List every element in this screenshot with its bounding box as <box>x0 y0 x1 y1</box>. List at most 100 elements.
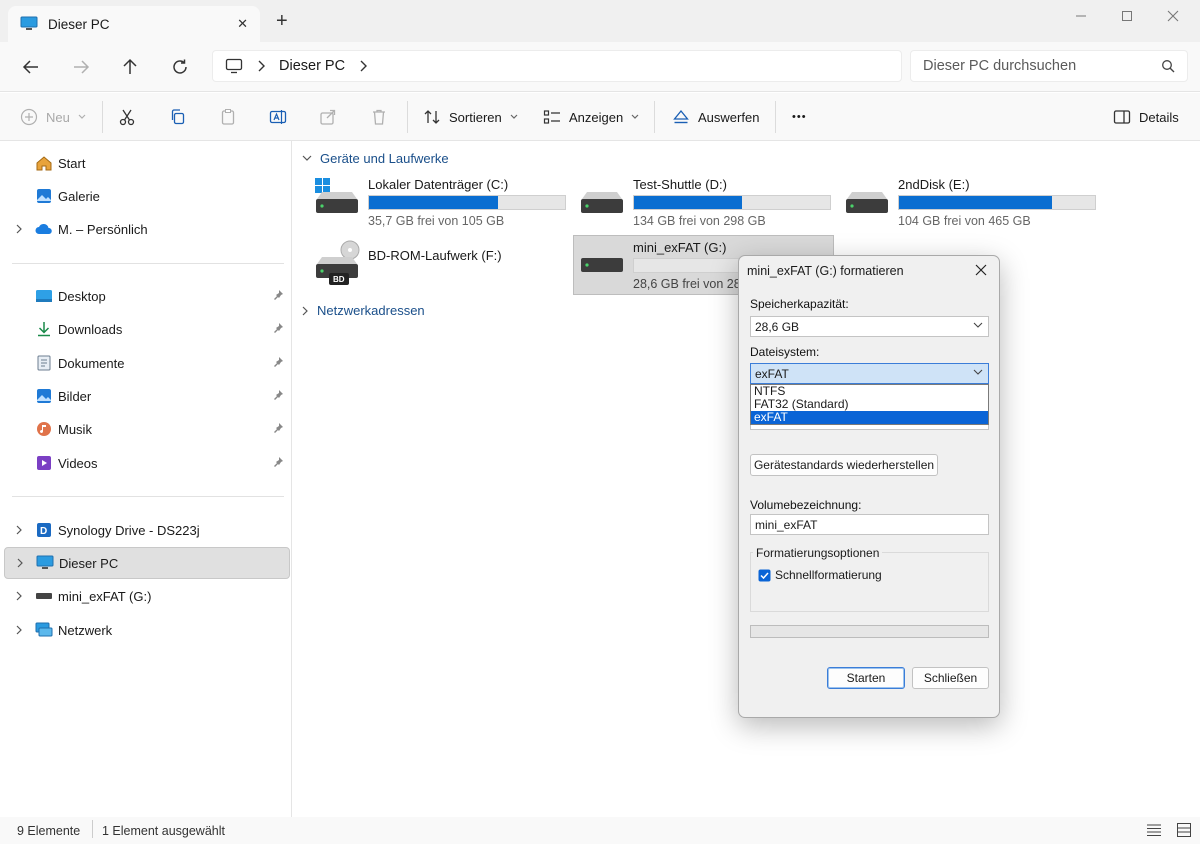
pin-icon[interactable] <box>272 422 284 434</box>
details-button[interactable]: Details <box>1113 93 1179 141</box>
tab-dieser-pc[interactable]: Dieser PC ✕ <box>8 6 260 42</box>
cut-button[interactable] <box>118 93 136 141</box>
close-button[interactable]: Schließen <box>912 667 989 689</box>
sidebar-item-downloads[interactable]: Downloads <box>4 313 290 345</box>
pin-icon[interactable] <box>272 389 284 401</box>
dialog-title: mini_exFAT (G:) formatieren <box>747 264 904 278</box>
status-divider <box>92 820 93 838</box>
quick-format-label: Schnellformatierung <box>775 568 882 582</box>
sidebar-item-documents[interactable]: Dokumente <box>4 347 290 379</box>
gallery-icon <box>34 188 54 204</box>
restore-defaults-button[interactable]: Gerätestandards wiederherstellen <box>750 454 938 476</box>
address-bar[interactable]: Dieser PC <box>212 50 902 82</box>
drive-item-f[interactable]: BD BD-ROM-Laufwerk (F:) <box>312 240 502 288</box>
copy-icon <box>171 109 185 125</box>
chevron-right-icon[interactable] <box>359 60 368 72</box>
pin-icon[interactable] <box>272 289 284 301</box>
computer-icon <box>225 58 243 74</box>
pin-icon[interactable] <box>272 456 284 468</box>
scissors-icon <box>119 109 135 126</box>
filesystem-value: exFAT <box>755 366 789 381</box>
capacity-fill <box>899 196 1052 209</box>
monitor-icon <box>35 555 55 571</box>
quick-format-option[interactable]: Schnellformatierung <box>758 568 882 582</box>
chevron-down-icon <box>78 114 86 119</box>
chevron-right-icon[interactable] <box>4 525 34 535</box>
group-title: Geräte und Laufwerke <box>320 151 449 166</box>
drive-item-d[interactable]: Test-Shuttle (D:) 134 GB frei von 298 GB <box>577 177 831 228</box>
capacity-select[interactable]: 28,6 GB <box>750 316 989 337</box>
eject-button[interactable]: Auswerfen <box>672 93 759 141</box>
group-header-network[interactable]: Netzwerkadressen <box>302 303 425 318</box>
maximize-button[interactable] <box>1104 0 1150 32</box>
eject-label: Auswerfen <box>698 109 760 125</box>
paste-button[interactable] <box>219 93 237 141</box>
close-tab-icon[interactable]: ✕ <box>237 16 248 32</box>
filesystem-option-selected[interactable]: exFAT <box>751 411 988 424</box>
back-button[interactable] <box>17 53 45 81</box>
forward-button[interactable] <box>67 53 95 81</box>
sidebar-item-mini-exfat[interactable]: mini_exFAT (G:) <box>4 580 290 612</box>
format-dialog: mini_exFAT (G:) formatieren Speicherkapa… <box>738 255 1000 718</box>
close-dialog-button[interactable] <box>975 264 987 276</box>
bd-rom-icon: BD <box>312 240 368 288</box>
tiles-view-icon[interactable] <box>1177 823 1191 837</box>
sort-label: Sortieren <box>449 109 502 125</box>
sidebar-item-music[interactable]: Musik <box>4 413 290 445</box>
sidebar-item-gallery[interactable]: Galerie <box>4 180 290 212</box>
eject-icon <box>673 109 689 124</box>
sidebar-item-start[interactable]: Start <box>4 147 290 179</box>
rename-button[interactable] <box>269 93 287 141</box>
sidebar-divider <box>12 263 284 264</box>
sidebar-item-onedrive[interactable]: M. – Persönlich <box>4 213 290 245</box>
sidebar-item-network[interactable]: Netzwerk <box>4 614 290 646</box>
filesystem-select[interactable]: exFAT <box>750 363 989 384</box>
tab-title: Dieser PC <box>48 16 110 32</box>
minimize-button[interactable] <box>1058 0 1104 32</box>
refresh-button[interactable] <box>166 53 194 81</box>
sidebar-item-this-pc[interactable]: Dieser PC <box>4 547 290 579</box>
drive-item-e[interactable]: 2ndDisk (E:) 104 GB frei von 465 GB <box>842 177 1096 228</box>
volume-label-input[interactable]: mini_exFAT <box>750 514 989 535</box>
sidebar-item-label: mini_exFAT (G:) <box>58 588 152 604</box>
pictures-icon <box>34 388 54 404</box>
chevron-right-icon[interactable] <box>4 625 34 635</box>
checkbox-checked-icon[interactable] <box>758 569 771 582</box>
volume-label-caption: Volumebezeichnung: <box>750 498 862 512</box>
plus-circle-icon <box>20 108 38 126</box>
start-button[interactable]: Starten <box>827 667 905 689</box>
search-input[interactable]: Dieser PC durchsuchen <box>910 50 1188 82</box>
sidebar-item-videos[interactable]: Videos <box>4 447 290 479</box>
new-tab-button[interactable]: + <box>276 10 296 34</box>
pin-icon[interactable] <box>272 356 284 368</box>
drive-free-space: 104 GB frei von 465 GB <box>898 214 1031 228</box>
chevron-right-icon[interactable] <box>4 224 34 234</box>
sidebar-item-synology-drive[interactable]: D Synology Drive - DS223j <box>4 514 290 546</box>
sidebar-item-desktop[interactable]: Desktop <box>4 280 290 312</box>
share-button[interactable] <box>319 93 337 141</box>
delete-button[interactable] <box>370 93 388 141</box>
group-header-devices[interactable]: Geräte und Laufwerke <box>302 151 449 166</box>
drive-item-c[interactable]: Lokaler Datenträger (C:) 35,7 GB frei vo… <box>312 177 566 228</box>
view-list-icon <box>543 110 560 124</box>
close-window-button[interactable] <box>1150 0 1196 32</box>
sidebar-item-label: Netzwerk <box>58 622 113 638</box>
capacity-fill <box>634 196 742 209</box>
new-button[interactable]: Neu <box>20 93 86 141</box>
view-button[interactable]: Anzeigen <box>543 93 639 141</box>
chevron-right-icon[interactable] <box>257 60 265 72</box>
details-view-icon[interactable] <box>1147 824 1161 836</box>
details-label: Details <box>1139 109 1179 125</box>
chevron-right-icon[interactable] <box>4 591 34 601</box>
toolbar-divider <box>407 101 408 133</box>
capacity-fill <box>369 196 499 209</box>
chevron-right-icon[interactable] <box>5 558 35 568</box>
sidebar-item-pictures[interactable]: Bilder <box>4 380 290 412</box>
up-button[interactable] <box>116 53 144 81</box>
copy-button[interactable] <box>169 93 187 141</box>
pin-icon[interactable] <box>272 322 284 334</box>
more-options-button[interactable]: ••• <box>792 93 807 141</box>
clipboard-icon <box>221 109 235 125</box>
breadcrumb-location[interactable]: Dieser PC <box>279 58 345 74</box>
sort-button[interactable]: Sortieren <box>423 93 518 141</box>
